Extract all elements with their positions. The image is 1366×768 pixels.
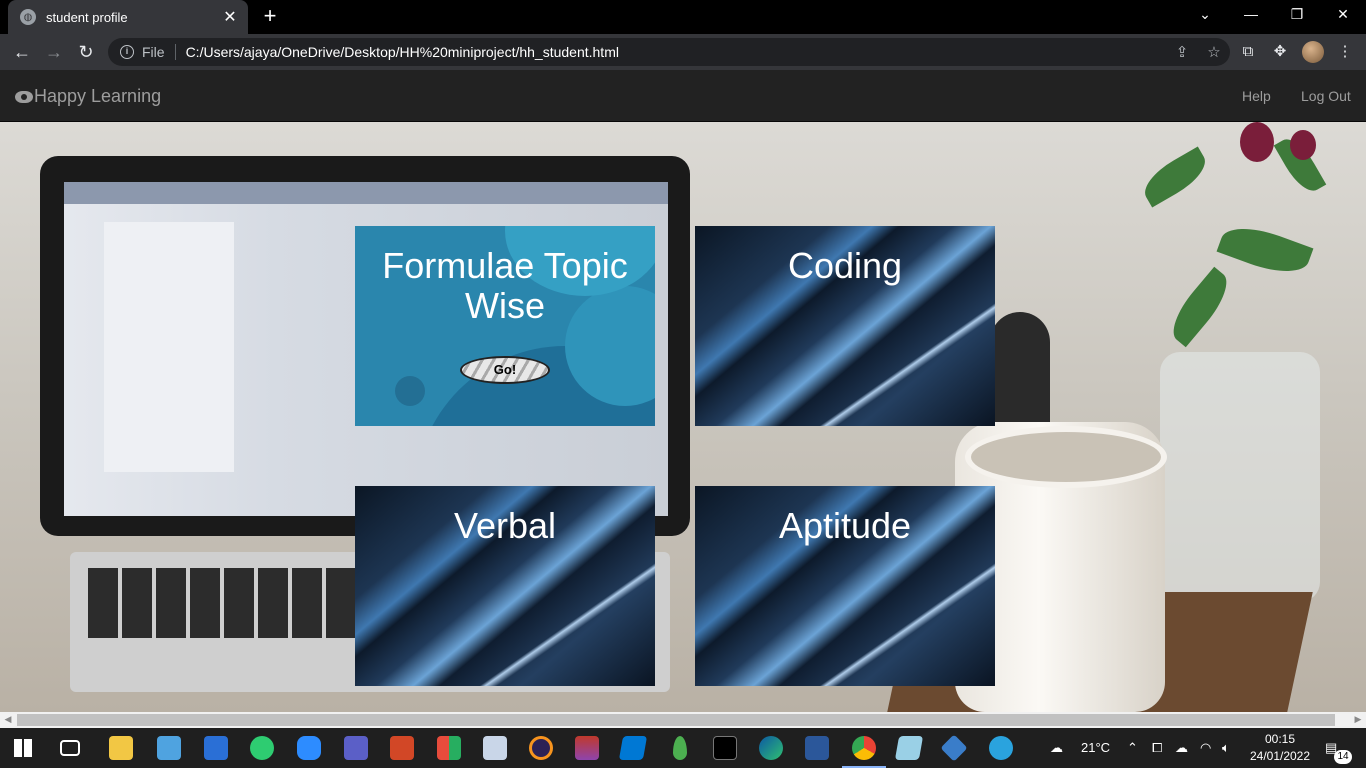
tab-search-icon[interactable]: ⌄ bbox=[1182, 0, 1228, 30]
bookmark-star-icon[interactable]: ☆ bbox=[1198, 43, 1230, 61]
url-scheme-label: File bbox=[142, 44, 176, 60]
wifi-icon[interactable]: ◠ bbox=[1200, 728, 1211, 768]
windows-taskbar: ☁ 21°C ⌃ ⧠ ☁ ◠ 🔈︎ 00:15 24/01/2022 ▤ 14 bbox=[0, 728, 1366, 768]
scroll-right-arrow-icon[interactable]: ▶ bbox=[1350, 714, 1366, 725]
go-button[interactable]: Go! bbox=[460, 356, 550, 384]
chevron-up-icon[interactable]: ⌃ bbox=[1127, 728, 1138, 768]
app-icon[interactable] bbox=[437, 736, 461, 760]
system-clock[interactable]: 00:15 24/01/2022 bbox=[1244, 731, 1316, 765]
card-title: Coding bbox=[787, 245, 903, 286]
powerpoint-icon[interactable] bbox=[390, 736, 414, 760]
task-view-icon[interactable] bbox=[60, 740, 80, 756]
browser-tab-strip: ◍ student profile ✕ + ⌄ — ❐ ✕ bbox=[0, 0, 1366, 34]
chrome-icon[interactable] bbox=[842, 736, 886, 768]
winrar-icon[interactable] bbox=[575, 736, 599, 760]
device-icon[interactable]: ⧠ bbox=[1152, 728, 1162, 768]
weather-temperature[interactable]: 21°C bbox=[1081, 728, 1110, 768]
teams-icon[interactable] bbox=[344, 736, 368, 760]
control-panel-icon[interactable] bbox=[204, 736, 228, 760]
tab-title: student profile bbox=[46, 9, 128, 25]
horizontal-scrollbar[interactable]: ◀ ▶ bbox=[0, 712, 1366, 728]
minimize-button[interactable]: — bbox=[1228, 0, 1274, 30]
menu-kebab-icon[interactable]: ⋮ bbox=[1334, 41, 1356, 63]
nav-link-help[interactable]: Help bbox=[1242, 88, 1271, 104]
clock-date: 24/01/2022 bbox=[1249, 749, 1311, 763]
reload-icon[interactable]: ↻ bbox=[74, 40, 98, 64]
card-title: Aptitude bbox=[778, 505, 912, 546]
zoom-icon[interactable] bbox=[297, 736, 321, 760]
forward-arrow-icon[interactable]: → bbox=[42, 40, 66, 64]
terminal-icon[interactable] bbox=[713, 736, 737, 760]
brand-link[interactable]: Happy Learning bbox=[15, 86, 161, 107]
this-pc-icon[interactable] bbox=[157, 736, 181, 760]
page-background: Formulae Topic Wise Go! Coding Verbal Ap… bbox=[0, 122, 1366, 712]
info-icon[interactable]: i bbox=[120, 45, 134, 59]
nav-link-logout[interactable]: Log Out bbox=[1301, 88, 1351, 104]
profile-avatar[interactable] bbox=[1302, 41, 1324, 63]
url-text[interactable]: C:/Users/ajaya/OneDrive/Desktop/HH%20min… bbox=[186, 44, 1166, 60]
notification-count: 14 bbox=[1334, 750, 1352, 764]
cloud-weather-icon: ☁ bbox=[1050, 740, 1063, 755]
virtualbox-icon[interactable] bbox=[940, 734, 968, 762]
onedrive-icon[interactable]: ☁ bbox=[1175, 728, 1188, 768]
paint-icon[interactable] bbox=[483, 736, 507, 760]
scroll-left-arrow-icon[interactable]: ◀ bbox=[0, 714, 16, 725]
mongodb-icon[interactable] bbox=[673, 736, 687, 760]
card-aptitude[interactable]: Aptitude bbox=[695, 486, 995, 686]
vscode-icon[interactable] bbox=[618, 736, 648, 760]
globe-icon: ◍ bbox=[20, 9, 36, 25]
brand-name: Happy Learning bbox=[34, 86, 162, 106]
address-bar[interactable]: i File C:/Users/ajaya/OneDrive/Desktop/H… bbox=[108, 38, 1230, 66]
extensions-puzzle-icon[interactable]: ✥ bbox=[1269, 41, 1291, 63]
start-icon[interactable] bbox=[14, 739, 32, 757]
card-title: Formulae Topic Wise bbox=[382, 245, 628, 326]
back-arrow-icon[interactable]: ← bbox=[10, 40, 34, 64]
word-icon[interactable] bbox=[805, 736, 829, 760]
card-coding[interactable]: Coding bbox=[695, 226, 995, 426]
scrollbar-thumb[interactable] bbox=[17, 714, 1335, 726]
close-tab-icon[interactable]: ✕ bbox=[218, 7, 242, 27]
eye-icon bbox=[15, 90, 33, 103]
close-window-button[interactable]: ✕ bbox=[1320, 0, 1366, 30]
site-navbar: Happy Learning Help Log Out bbox=[0, 70, 1366, 122]
volume-icon[interactable]: 🔈︎ bbox=[1222, 728, 1230, 768]
file-explorer-icon[interactable] bbox=[109, 736, 133, 760]
share-icon[interactable]: ⇪ bbox=[1166, 43, 1198, 61]
clock-time: 00:15 bbox=[1264, 732, 1296, 746]
telegram-icon[interactable] bbox=[989, 736, 1013, 760]
background-lamp bbox=[990, 312, 1050, 432]
background-flowers bbox=[1100, 122, 1366, 422]
edge-icon[interactable] bbox=[759, 736, 783, 760]
card-verbal[interactable]: Verbal bbox=[355, 486, 655, 686]
card-title: Verbal bbox=[453, 505, 557, 546]
restore-button[interactable]: ❐ bbox=[1274, 0, 1320, 30]
browser-toolbar: ← → ↻ i File C:/Users/ajaya/OneDrive/Des… bbox=[0, 34, 1366, 70]
card-formulae[interactable]: Formulae Topic Wise Go! bbox=[355, 226, 655, 426]
notepad-icon[interactable] bbox=[894, 736, 924, 760]
eclipse-icon[interactable] bbox=[529, 736, 553, 760]
media-router-icon[interactable]: ⧉ bbox=[1237, 41, 1259, 63]
new-tab-button[interactable]: + bbox=[258, 4, 282, 28]
atom-app-icon[interactable] bbox=[250, 736, 274, 760]
browser-tab[interactable]: ◍ student profile ✕ bbox=[8, 0, 248, 34]
